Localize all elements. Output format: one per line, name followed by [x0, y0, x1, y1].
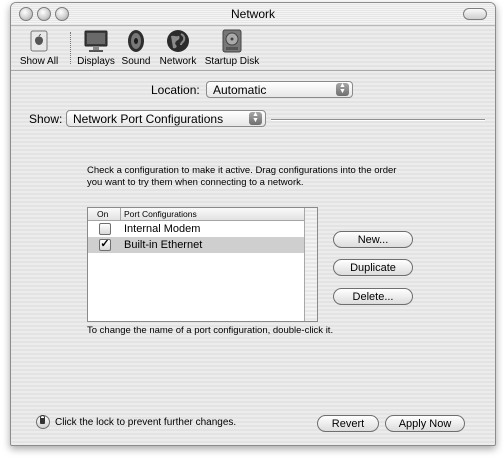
globe-icon [167, 30, 189, 52]
toolbar-separator [70, 32, 71, 64]
toolbar-item-show-all[interactable]: Show All [15, 28, 63, 67]
port-configurations-list[interactable]: On Port Configurations Internal Modem ✓ … [87, 207, 318, 322]
location-value: Automatic [213, 83, 267, 97]
column-header-on[interactable]: On [97, 208, 108, 220]
toolbar-item-sound[interactable]: Sound [119, 28, 153, 67]
toolbar-item-network[interactable]: Network [157, 28, 199, 67]
column-header-port-configurations[interactable]: Port Configurations [124, 208, 197, 220]
apply-now-button[interactable]: Apply Now [385, 415, 465, 432]
row-name: Built-in Ethernet [124, 239, 203, 251]
toolbar-label-show-all: Show All [19, 56, 59, 67]
toolbar: Show All Displays Sound Network Startup … [11, 26, 495, 71]
row-name: Internal Modem [124, 223, 201, 235]
preferences-window: Network Show All Displays Sound Network … [10, 2, 496, 446]
location-popup[interactable]: Automatic ▲ ▼ [206, 81, 353, 98]
popup-arrows-icon: ▲ ▼ [336, 82, 349, 96]
list-item[interactable]: ✓ Built-in Ethernet [88, 237, 317, 253]
revert-button[interactable]: Revert [317, 415, 379, 432]
toolbar-item-startup-disk[interactable]: Startup Disk [203, 28, 261, 67]
popup-arrows-icon: ▲ ▼ [249, 111, 262, 125]
duplicate-button[interactable]: Duplicate [333, 259, 413, 276]
list-header: On Port Configurations [88, 208, 317, 221]
toolbar-label-sound: Sound [121, 56, 151, 67]
lock-icon[interactable] [36, 415, 50, 429]
checkbox-built-in-ethernet[interactable]: ✓ [99, 239, 111, 251]
new-button[interactable]: New... [333, 231, 413, 248]
column-divider [120, 208, 121, 220]
toolbar-label-displays: Displays [77, 56, 115, 67]
location-label: Location: [151, 83, 200, 97]
show-popup[interactable]: Network Port Configurations ▲ ▼ [66, 110, 266, 127]
display-icon [84, 30, 108, 52]
toolbar-item-displays[interactable]: Displays [77, 28, 115, 67]
padlock-glyph [40, 415, 45, 424]
disk-icon [222, 29, 242, 53]
rename-hint-text: To change the name of a port configurati… [87, 325, 334, 336]
separator-line [271, 119, 485, 121]
speaker-icon [128, 30, 144, 52]
list-scrollbar[interactable] [304, 208, 317, 321]
title-bar[interactable]: Network [11, 3, 495, 26]
apple-icon [30, 30, 48, 52]
window-title: Network [230, 7, 275, 21]
instructions-text: Check a configuration to make it active.… [87, 165, 397, 188]
toolbar-label-startup-disk: Startup Disk [204, 56, 260, 67]
toolbar-label-network: Network [159, 56, 197, 67]
show-value: Network Port Configurations [73, 112, 224, 126]
checkbox-internal-modem[interactable] [99, 223, 111, 235]
lock-text: Click the lock to prevent further change… [55, 417, 237, 428]
delete-button[interactable]: Delete... [333, 288, 413, 305]
toolbar-toggle-button[interactable] [463, 8, 487, 20]
show-label: Show: [29, 112, 63, 126]
list-item[interactable]: Internal Modem [88, 221, 317, 237]
